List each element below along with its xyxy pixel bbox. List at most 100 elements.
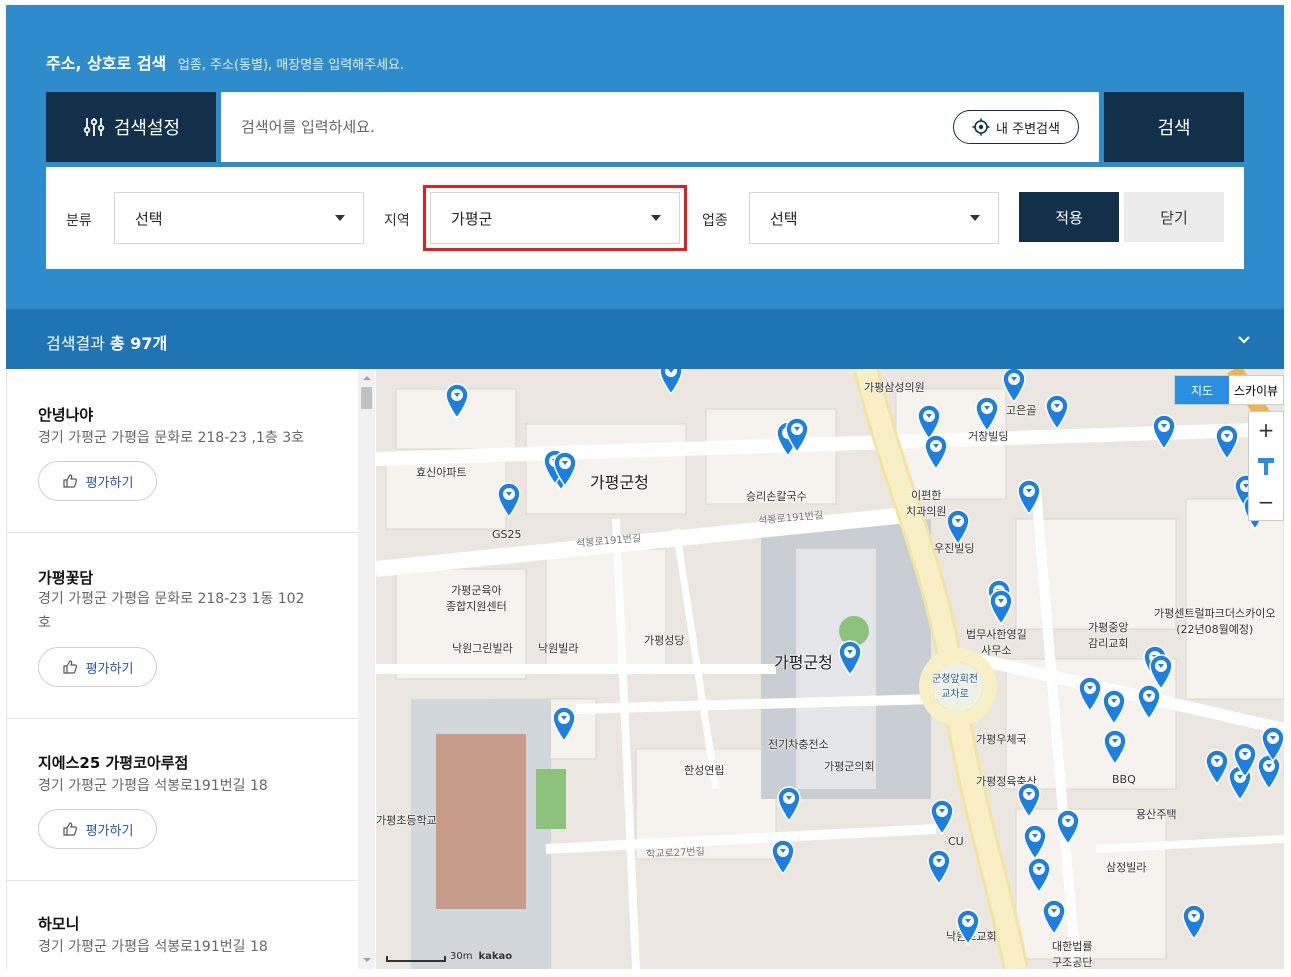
map-marker-icon[interactable] [776, 786, 802, 823]
map-marker-icon[interactable] [923, 434, 949, 471]
rate-button[interactable]: 평가하기 [38, 647, 157, 687]
map-marker-icon[interactable] [1102, 729, 1128, 766]
scroll-thumb[interactable] [361, 387, 372, 409]
map-label-county-office-2: 가평군청 [774, 653, 833, 672]
map-marker-icon[interactable] [444, 383, 470, 420]
map-marker-icon[interactable] [955, 909, 981, 946]
map-marker-icon[interactable] [1151, 414, 1177, 451]
map-label-yongsan: 용산주택 [1136, 808, 1177, 821]
map-label-villa2: 낙원빌라 [538, 642, 579, 655]
zoom-out-button[interactable]: − [1249, 484, 1283, 520]
kakao-logo: kakao [478, 951, 513, 962]
map-marker-icon[interactable] [551, 706, 577, 743]
list-item[interactable]: 안녕나야 경기 가평군 가평읍 문화로 218-23 ,1층 3호 평가하기 [7, 369, 358, 533]
rate-button[interactable]: 평가하기 [38, 461, 157, 501]
rate-button[interactable]: 평가하기 [38, 809, 157, 849]
map-marker-icon[interactable] [1044, 394, 1070, 431]
map-marker-icon[interactable] [770, 839, 796, 876]
results-count: 총 97개 [109, 334, 168, 353]
map-scale: 30m kakao [386, 951, 512, 962]
nearby-search-button[interactable]: 내 주변검색 [953, 110, 1079, 144]
rate-label: 평가하기 [85, 823, 134, 839]
industry-select[interactable]: 선택 [749, 192, 999, 244]
map-label-school: 가평초등학교 [376, 814, 437, 827]
search-settings-button[interactable]: 검색설정 [46, 92, 216, 162]
chevron-down-icon [335, 215, 345, 221]
map-marker-icon[interactable] [1214, 424, 1240, 461]
map-marker-icon[interactable] [837, 640, 863, 677]
map-type-map-button[interactable]: 지도 [1175, 376, 1229, 404]
scroll-up-arrow-icon[interactable] [363, 376, 371, 380]
map-marker-icon[interactable] [974, 396, 1000, 433]
map-marker-icon[interactable] [1041, 899, 1067, 936]
map-marker-icon[interactable] [496, 482, 522, 519]
list-item[interactable]: 가평꽃담 경기 가평군 가평읍 문화로 218-23 1동 102호 평가하기 [7, 533, 358, 719]
map-label-clinic: 가평삼성의원 [864, 381, 925, 394]
map-marker-icon[interactable] [926, 849, 952, 886]
map-label-cu: CU [948, 835, 964, 848]
map-view[interactable]: 가평군청 가평군청 효신아파트 GS25 승리손칼국수 이편한 치과의원 우진빌… [376, 369, 1284, 969]
category-select-value: 선택 [135, 209, 163, 228]
map-marker-icon[interactable] [1016, 479, 1042, 516]
search-heading-title: 주소, 상호로 검색 [46, 54, 167, 73]
search-input[interactable] [241, 92, 941, 162]
category-label: 분류 [66, 213, 92, 229]
result-list: 안녕나야 경기 가평군 가평읍 문화로 218-23 ,1층 3호 평가하기 가… [6, 369, 358, 969]
map-marker-icon[interactable] [1101, 689, 1127, 726]
chevron-down-icon[interactable] [1236, 331, 1252, 347]
map-label-villa1: 낙원그린빌라 [452, 642, 513, 655]
map-label-restaurant: 승리손칼국수 [746, 490, 807, 503]
map-marker-icon[interactable] [929, 799, 955, 836]
map-marker-icon[interactable] [1260, 726, 1284, 763]
map-marker-icon[interactable] [1026, 857, 1052, 894]
search-settings-label: 검색설정 [113, 118, 181, 139]
map-marker-icon[interactable] [988, 589, 1014, 626]
search-input-box: 내 주변검색 [221, 92, 1099, 162]
nearby-search-label: 내 주변검색 [996, 121, 1060, 137]
map-type-skyview-button[interactable]: 스카이뷰 [1229, 376, 1283, 404]
map-label-roundabout: 군청앞회전 교차로 [932, 674, 978, 700]
map-marker-icon[interactable] [945, 509, 971, 546]
scale-bar [386, 956, 446, 962]
list-item[interactable]: 하모니 경기 가평군 가평읍 석봉로191번길 18 [7, 881, 358, 969]
location-target-icon [972, 118, 990, 136]
zoom-slider-handle[interactable] [1249, 448, 1283, 484]
map-label-post: 가평우체국 [976, 733, 1027, 746]
store-name: 하모니 [38, 915, 80, 933]
scroll-down-arrow-icon[interactable] [363, 958, 371, 962]
map-type-toggle[interactable]: 지도 스카이뷰 [1174, 375, 1284, 405]
results-bar[interactable]: 검색결과 총 97개 [6, 309, 1284, 369]
map-marker-icon[interactable] [784, 417, 810, 454]
store-name: 지에스25 가평코아루점 [38, 754, 189, 772]
store-address: 경기 가평군 가평읍 문화로 218-23 1동 102호 [38, 591, 305, 631]
map-marker-icon[interactable] [1148, 654, 1174, 691]
map-label-hansung: 한성연립 [684, 764, 725, 777]
map-marker-icon[interactable] [1232, 742, 1258, 779]
map-marker-icon[interactable] [1077, 676, 1103, 713]
list-scrollbar[interactable] [358, 369, 375, 969]
map-label-gs25: GS25 [492, 528, 522, 541]
list-item[interactable]: 지에스25 가평코아루점 경기 가평군 가평읍 석봉로191번길 18 평가하기 [7, 719, 358, 881]
category-select[interactable]: 선택 [114, 192, 364, 244]
search-button[interactable]: 검색 [1104, 92, 1244, 162]
store-name: 가평꽃담 [38, 569, 94, 587]
map-marker-icon[interactable] [658, 369, 684, 396]
map-label-church: 가평성당 [644, 634, 685, 647]
map-label-law: 법무사한영길 사무소 [966, 628, 1027, 657]
map-marker-icon[interactable] [552, 451, 578, 488]
chevron-down-icon [970, 215, 980, 221]
map-marker-icon[interactable] [1055, 809, 1081, 846]
map-marker-icon[interactable] [1022, 824, 1048, 861]
map-marker-icon[interactable] [1181, 904, 1207, 941]
page-root: 주소, 상호로 검색 업종, 주소(동별), 매장명을 입력해주세요. 검색설정 [0, 0, 1291, 977]
thumbs-up-icon [62, 474, 77, 488]
thumbs-up-icon [62, 660, 77, 674]
results-prefix: 검색결과 [46, 334, 105, 353]
rate-label: 평가하기 [85, 475, 134, 491]
apply-button[interactable]: 적용 [1019, 192, 1119, 242]
map-label-support: 가평군육아 종합지원센터 [446, 584, 507, 613]
map-marker-icon[interactable] [1016, 782, 1042, 819]
map-marker-icon[interactable] [1001, 369, 1027, 404]
zoom-in-button[interactable]: + [1249, 412, 1283, 448]
close-button[interactable]: 닫기 [1124, 192, 1224, 242]
